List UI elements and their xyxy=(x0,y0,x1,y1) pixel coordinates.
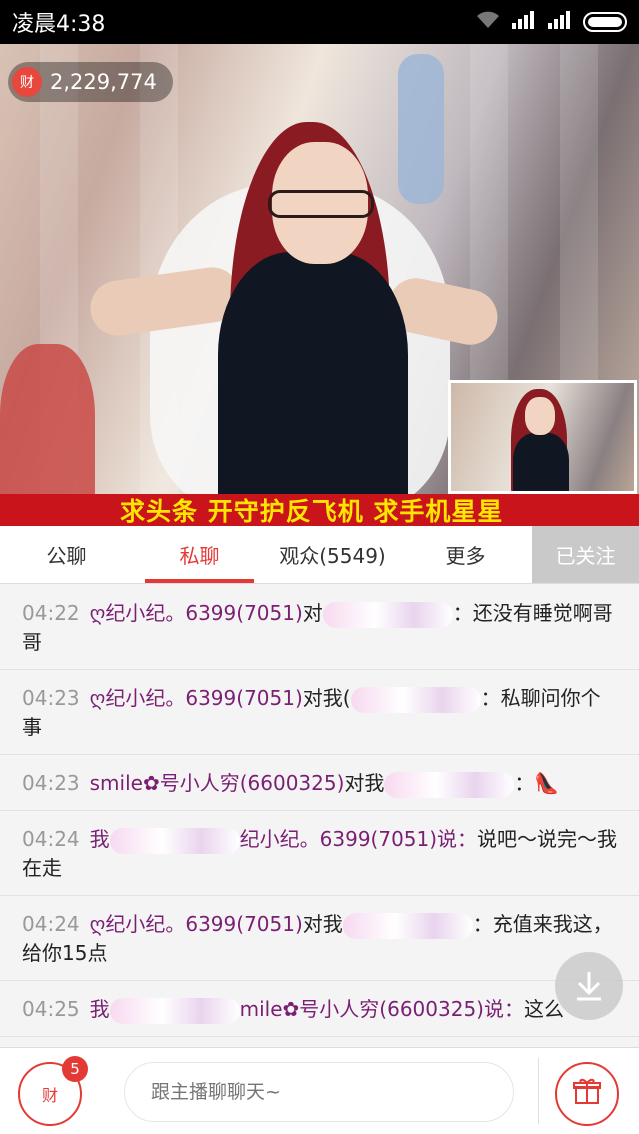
microphone xyxy=(398,54,444,204)
redacted-blur xyxy=(342,912,473,939)
redacted-blur xyxy=(350,686,481,713)
message-mid: mile✿号小人穷(6600325)说： xyxy=(239,997,524,1021)
battery-icon xyxy=(583,12,627,32)
chat-message: 04:23 ღ纪小纪。6399(7051)对我(：私聊问你个事 xyxy=(0,670,639,755)
message-mid: 对 xyxy=(302,601,323,625)
message-sep: ： xyxy=(514,771,535,795)
message-sender[interactable]: ღ纪小纪。6399(7051) xyxy=(90,686,303,710)
message-mid: 对我 xyxy=(302,912,343,936)
coin-counter[interactable]: 财 2,229,774 xyxy=(8,62,173,102)
message-time: 04:23 xyxy=(22,771,80,795)
chat-list[interactable]: 04:22 ღ纪小纪。6399(7051)对 ：还没有睡觉啊哥哥 04:23 ღ纪小纪… xyxy=(0,585,639,1047)
message-time: 04:22 xyxy=(22,601,80,625)
chat-message: 04:24 ღ纪小纪。6399(7051)对我 ：充值来我这，给你15点 xyxy=(0,896,639,981)
pip-video[interactable] xyxy=(448,380,637,494)
redacted-blur xyxy=(109,997,240,1024)
chat-tabs: 公聊 私聊 观众(5549) 更多 已关注 xyxy=(0,526,639,584)
redacted-blur xyxy=(384,771,515,798)
signal-icon-2 xyxy=(547,10,573,35)
redacted-blur xyxy=(322,601,453,628)
chat-message: 04:23 smile✿号小人穷(6600325)对我 ：👠 xyxy=(0,755,639,811)
gift-button[interactable] xyxy=(555,1062,619,1126)
message-time: 04:24 xyxy=(22,827,80,851)
tab-more[interactable]: 更多 xyxy=(399,526,532,583)
coin-icon: 财 xyxy=(41,1086,58,1105)
tab-public-chat[interactable]: 公聊 xyxy=(0,526,133,583)
followed-button[interactable]: 已关注 xyxy=(532,526,639,583)
message-text: 👠 xyxy=(534,771,560,795)
message-time: 04:23 xyxy=(22,686,80,710)
message-sender[interactable]: smile✿号小人穷(6600325) xyxy=(90,771,345,795)
coin-icon: 财 xyxy=(12,67,42,97)
download-arrow-icon[interactable] xyxy=(555,952,623,1020)
wifi-icon xyxy=(475,10,501,35)
message-time: 04:25 xyxy=(22,997,80,1021)
coin-count: 2,229,774 xyxy=(50,70,157,94)
message-sep: ： xyxy=(472,912,493,936)
streamer-glasses xyxy=(268,190,374,218)
message-sender[interactable]: ღ纪小纪。6399(7051) xyxy=(90,601,303,625)
message-sender[interactable]: 我 xyxy=(90,827,110,851)
message-sep: ： xyxy=(452,601,473,625)
signal-icon xyxy=(511,10,537,35)
chat-message: 04:24 我纪小纪。6399(7051)说：说吧～说完～我在走 xyxy=(0,811,639,896)
message-time: 04:24 xyxy=(22,912,80,936)
status-time: 凌晨4:38 xyxy=(12,12,106,37)
tab-private-chat[interactable]: 私聊 xyxy=(133,526,266,583)
status-icons xyxy=(475,10,627,35)
gift-icon xyxy=(572,1076,602,1113)
tab-audience[interactable]: 观众(5549) xyxy=(266,526,399,583)
redacted-blur xyxy=(109,827,240,854)
chat-message: 04:25 我 mile✿号小人穷(6600325)说：这么 xyxy=(0,981,639,1037)
status-bar: 凌晨4:38 xyxy=(0,0,639,44)
chat-input[interactable] xyxy=(124,1062,514,1122)
message-sender[interactable]: ღ纪小纪。6399(7051) xyxy=(90,912,303,936)
bottom-bar: 财 5 xyxy=(0,1047,639,1134)
message-sep: ： xyxy=(480,686,501,710)
pip-streamer-face xyxy=(525,397,555,435)
coin-badge-count: 5 xyxy=(62,1056,88,1082)
pip-streamer-body xyxy=(513,433,569,491)
message-sender[interactable]: 我 xyxy=(90,997,110,1021)
divider xyxy=(538,1058,539,1124)
message-mid: 纪小纪。6399(7051)说： xyxy=(239,827,478,851)
stream-banner: 求头条 开守护反飞机 求手机星星 xyxy=(0,494,639,526)
message-mid: 对我( xyxy=(302,686,351,710)
streamer-body xyxy=(218,252,408,522)
chat-message: 04:22 ღ纪小纪。6399(7051)对 ：还没有睡觉啊哥哥 xyxy=(0,585,639,670)
message-mid: 对我 xyxy=(344,771,385,795)
